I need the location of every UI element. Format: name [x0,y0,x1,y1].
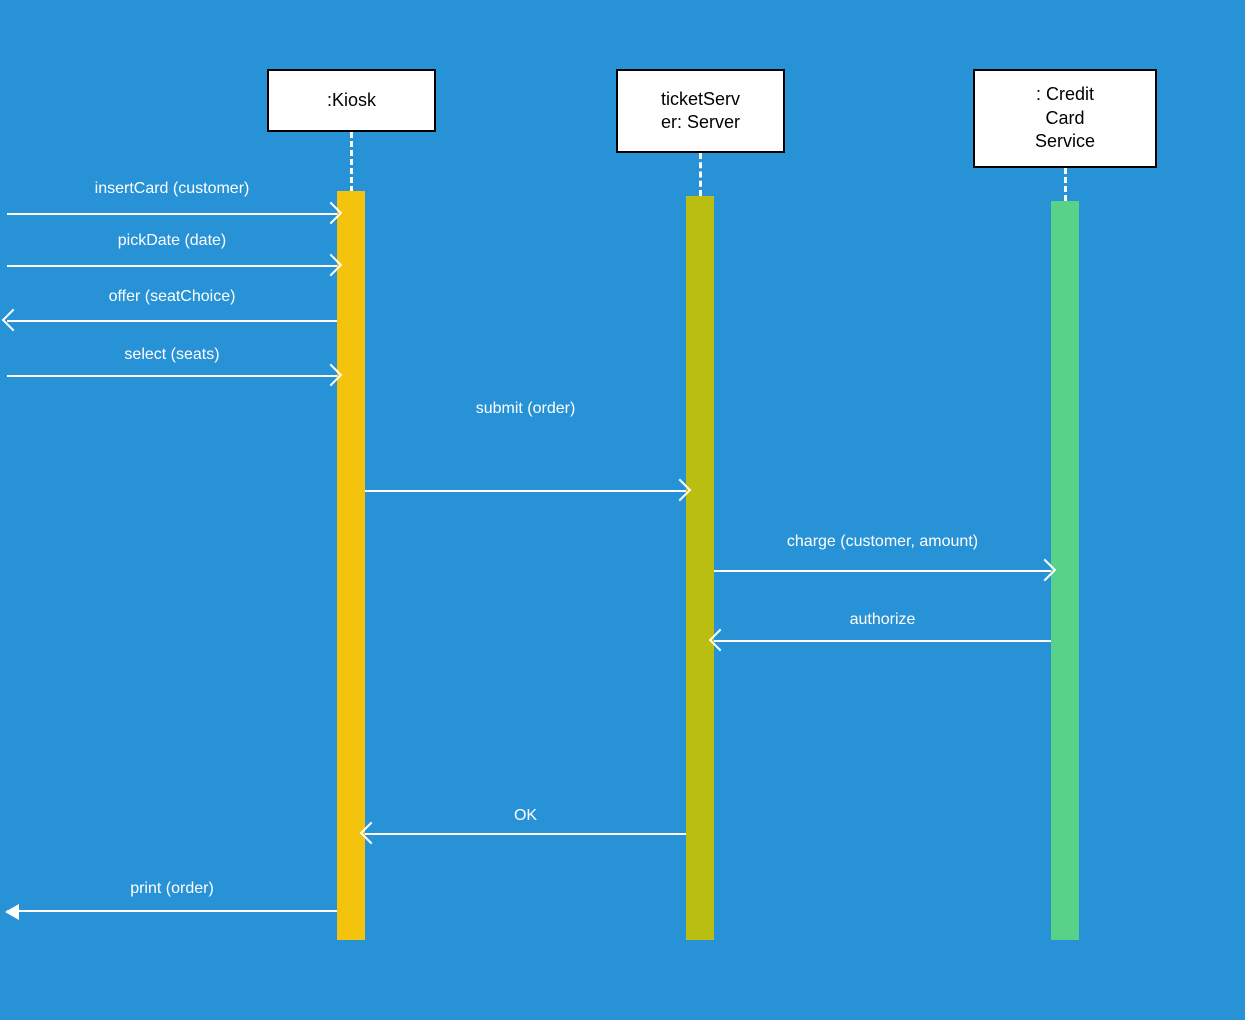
message-arrow [365,490,686,492]
message-label: OK [365,807,686,825]
message-arrow [365,833,686,835]
lifeline-head-credit: : Credit Card Service [973,69,1157,168]
lifeline-dash-server [699,153,702,196]
message-label: offer (seatChoice) [7,288,337,306]
message-arrow [7,910,337,912]
message-label: authorize [714,611,1051,629]
lifeline-label: ticketServ er: Server [661,88,740,135]
message-arrow [7,213,337,215]
message-label: submit (order) [365,400,686,418]
message-label: charge (customer, amount) [714,533,1051,551]
activation-server [686,196,714,940]
message-arrow [7,375,337,377]
lifeline-head-server: ticketServ er: Server [616,69,785,153]
lifeline-head-kiosk: :Kiosk [267,69,436,132]
message-arrow [714,570,1051,572]
message-arrow [714,640,1051,642]
sequence-diagram: { "diagram_type":"uml-sequence", "canvas… [0,0,1245,1020]
activation-kiosk [337,191,365,940]
message-label: select (seats) [7,346,337,364]
message-label: print (order) [7,880,337,898]
lifeline-label: :Kiosk [327,89,376,112]
lifeline-dash-credit [1064,168,1067,201]
message-arrow [7,265,337,267]
lifeline-dash-kiosk [350,132,353,192]
message-arrow [7,320,337,322]
message-label: insertCard (customer) [7,180,337,198]
message-label: pickDate (date) [7,232,337,250]
lifeline-label: : Credit Card Service [1035,83,1095,153]
